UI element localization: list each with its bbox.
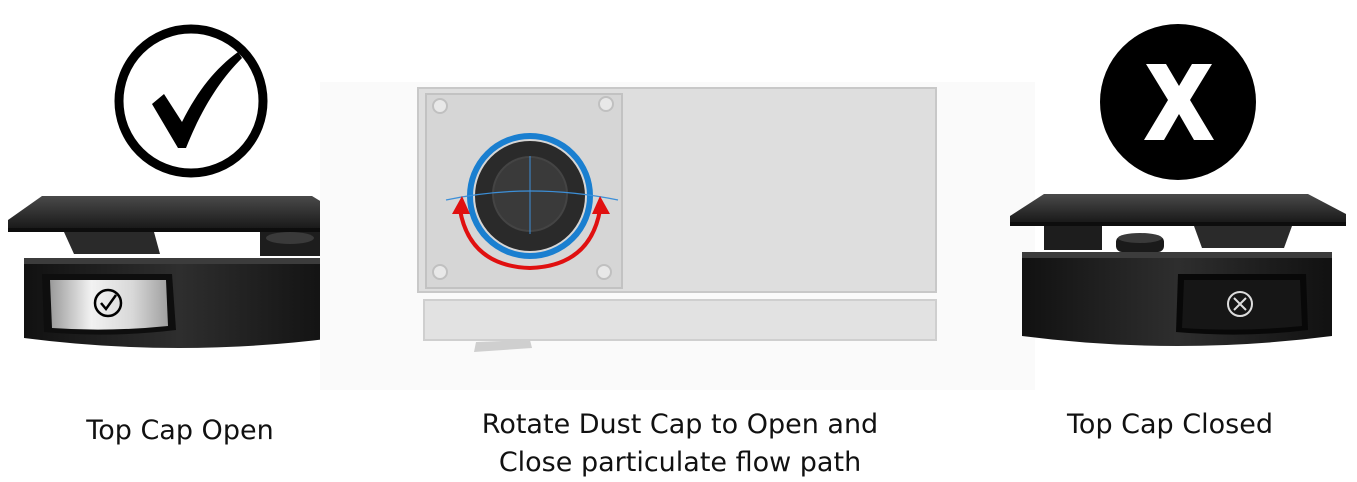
top-cap-open-illustration [8,196,348,348]
caption-rotate-line-2: Close particulate flow path [498,447,862,478]
dust-cap-diagram: Top Cap Open Rotate Dust Cap to Open and… [0,0,1357,481]
check-circle-icon [114,24,268,178]
device-top-view [320,82,1035,390]
caption-rotate-line-1: Rotate Dust Cap to Open and [481,409,879,440]
caption-rotate-dust-cap: Rotate Dust Cap to Open and Close partic… [400,406,960,482]
top-cap-closed-illustration [1010,194,1346,346]
caption-top-cap-open: Top Cap Open [86,415,274,446]
caption-top-cap-closed: Top Cap Closed [1067,409,1273,440]
x-circle-icon [1100,24,1256,180]
